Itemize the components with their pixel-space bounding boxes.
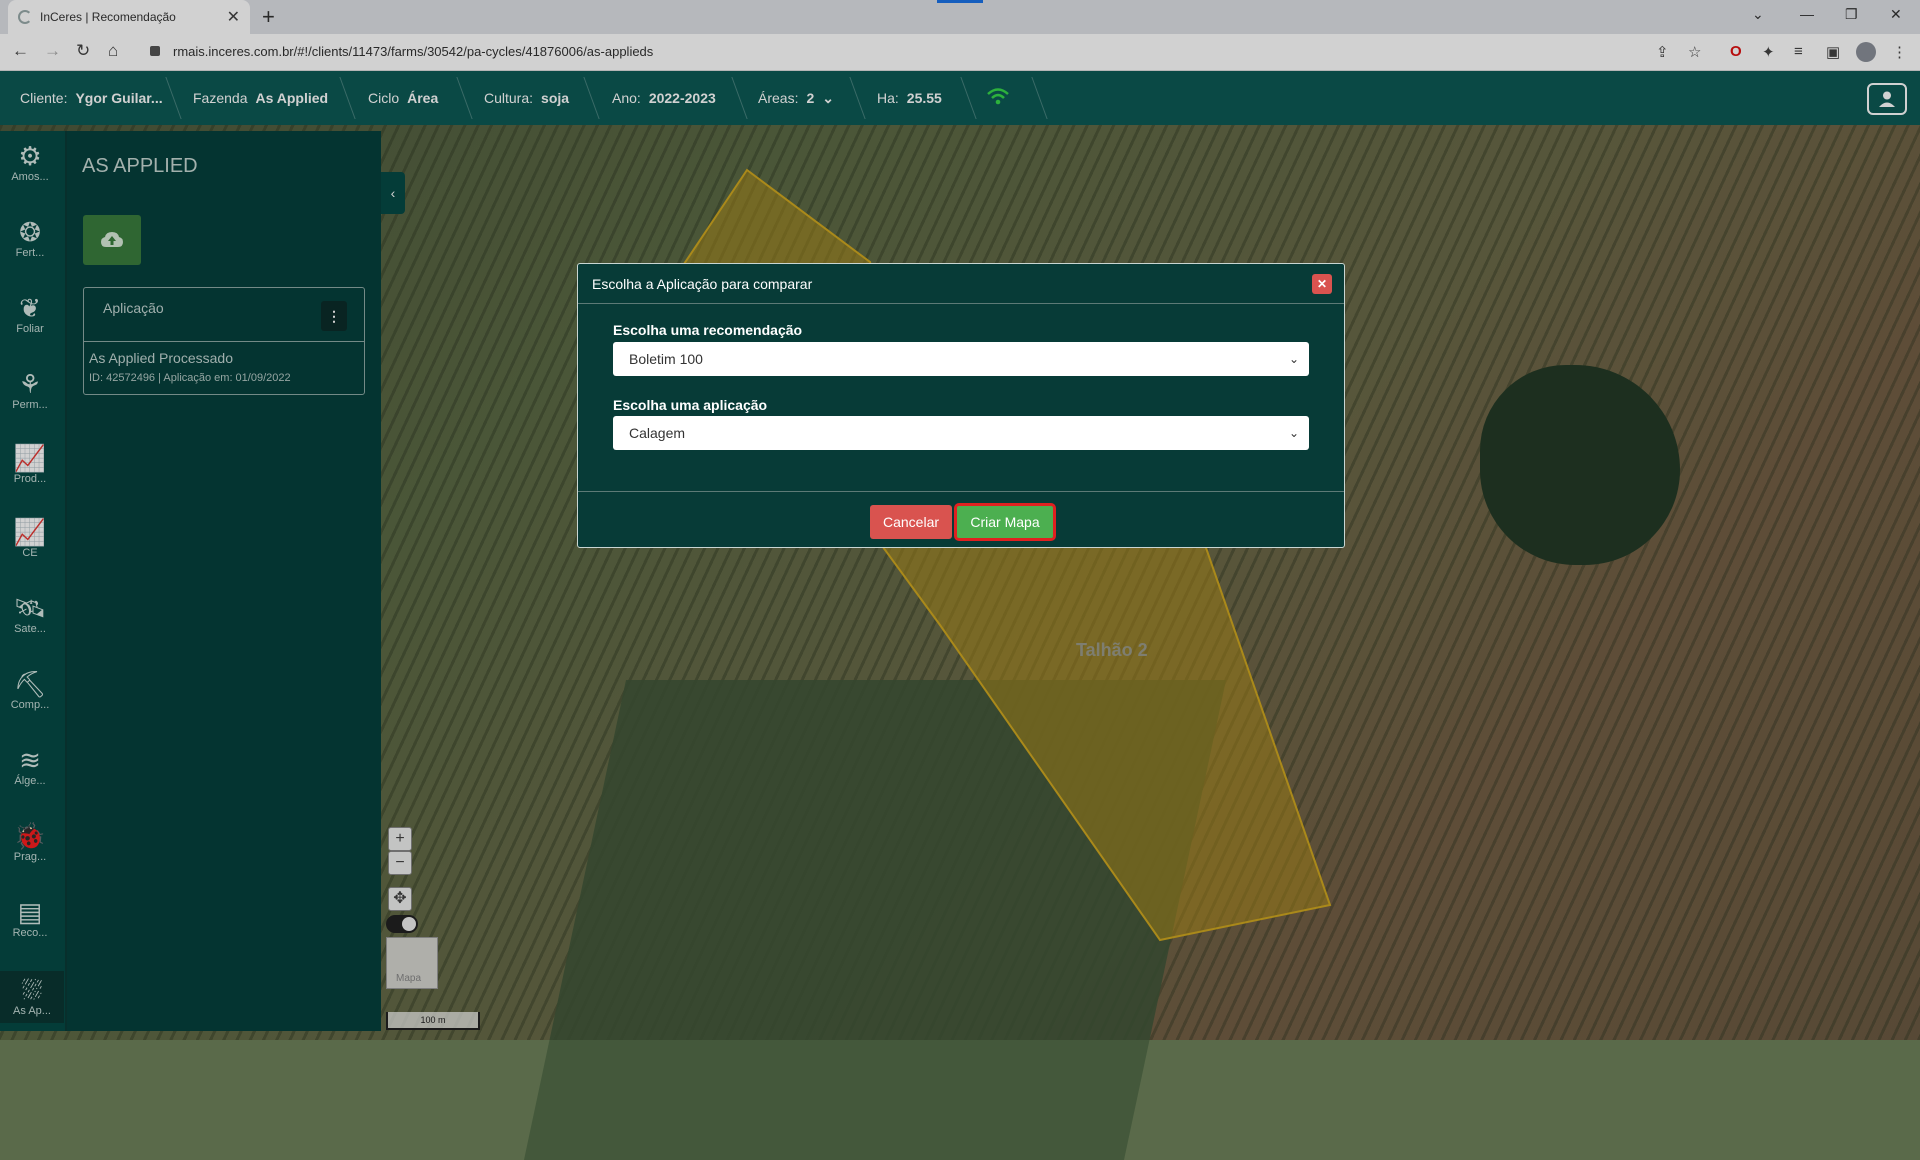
application-value: Calagem — [629, 425, 686, 441]
modal-close-button[interactable]: ✕ — [1312, 274, 1332, 294]
chevron-down-icon: ⌄ — [1288, 426, 1299, 440]
application-select[interactable]: Calagem ⌄ — [613, 416, 1309, 450]
chevron-down-icon: ⌄ — [1288, 352, 1299, 366]
modal-body: Escolha uma recomendação Boletim 100 ⌄ E… — [578, 304, 1344, 492]
cancel-button[interactable]: Cancelar — [870, 505, 952, 539]
compare-application-modal: Escolha a Aplicação para comparar ✕ Esco… — [577, 263, 1345, 548]
modal-title: Escolha a Aplicação para comparar — [592, 276, 813, 292]
recommendation-select[interactable]: Boletim 100 ⌄ — [613, 342, 1309, 376]
create-map-button[interactable]: Criar Mapa — [954, 503, 1056, 541]
recommendation-value: Boletim 100 — [629, 351, 703, 367]
recommendation-label: Escolha uma recomendação — [613, 322, 803, 338]
application-label: Escolha uma aplicação — [613, 397, 768, 413]
modal-header: Escolha a Aplicação para comparar ✕ — [578, 264, 1344, 304]
